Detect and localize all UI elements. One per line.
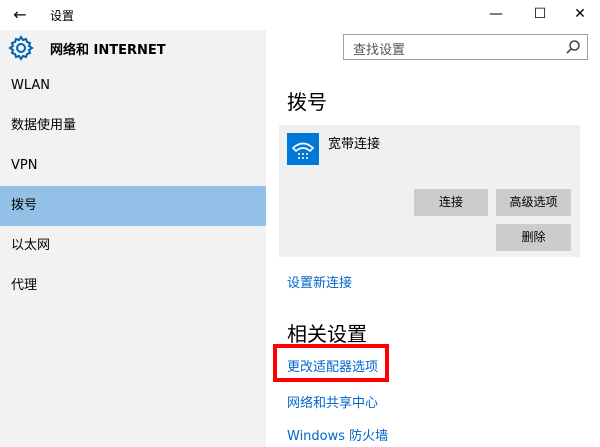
window-title: 设置 — [50, 9, 75, 23]
sidebar-item-ethernet[interactable]: 以太网 — [0, 226, 266, 266]
title-bar: ← 设置 — ☐ ✕ — [0, 0, 600, 30]
section-title-dialup: 拨号 — [287, 90, 327, 114]
search-placeholder: 查找设置 — [353, 43, 406, 58]
sidebar-item-wlan[interactable]: WLAN — [0, 66, 266, 106]
sidebar-item-dialup[interactable]: 拨号 — [0, 186, 266, 226]
setup-new-connection-link[interactable]: 设置新连接 — [287, 272, 352, 291]
connection-name: 宽带连接 — [328, 137, 381, 152]
close-icon[interactable]: ✕ — [560, 0, 600, 28]
section-title-related: 相关设置 — [287, 322, 367, 346]
sidebar-item-vpn[interactable]: VPN — [0, 146, 266, 186]
network-sharing-center-link[interactable]: 网络和共享中心 — [287, 392, 378, 411]
highlight-box — [273, 344, 389, 382]
delete-button[interactable]: 删除 — [496, 224, 571, 251]
connect-button[interactable]: 连接 — [414, 189, 488, 216]
sidebar-item-proxy[interactable]: 代理 — [0, 266, 266, 306]
minimize-icon[interactable]: — — [476, 0, 516, 28]
connection-card[interactable]: 宽带连接 连接 高级选项 删除 — [279, 125, 580, 257]
search-icon[interactable] — [565, 39, 581, 55]
windows-firewall-link[interactable]: Windows 防火墙 — [287, 425, 388, 444]
phone-icon — [287, 133, 319, 165]
maximize-icon[interactable]: ☐ — [520, 0, 560, 28]
back-arrow-icon[interactable]: ← — [8, 4, 32, 26]
gear-icon — [8, 35, 34, 61]
search-input[interactable]: 查找设置 — [343, 34, 588, 60]
sidebar-item-data-usage[interactable]: 数据使用量 — [0, 106, 266, 146]
advanced-options-button[interactable]: 高级选项 — [496, 189, 571, 216]
page-title: 网络和 INTERNET — [50, 43, 166, 58]
